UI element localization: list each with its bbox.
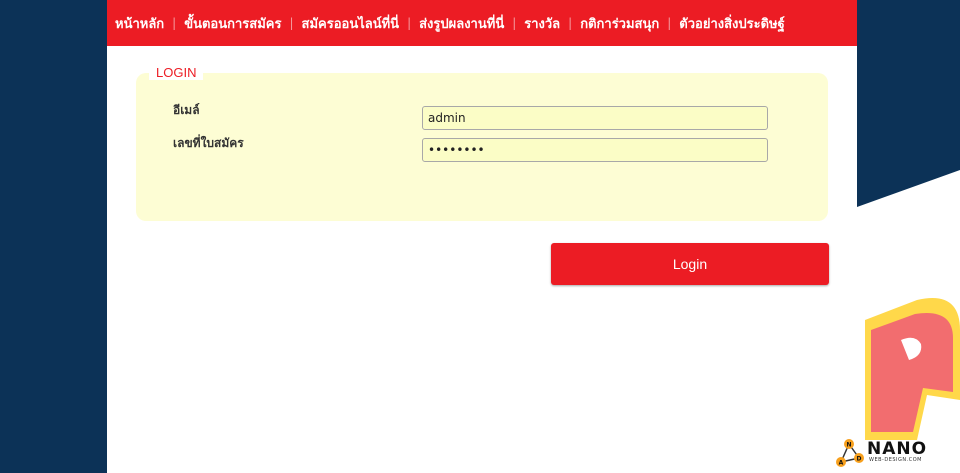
logo-letter-n: N — [846, 442, 851, 449]
logo-letter-d: D — [857, 456, 862, 463]
application-number-label: เลขที่ใบสมัคร — [173, 136, 244, 150]
nano-molecule-icon: N A D — [836, 439, 864, 467]
nav-item-submit-work[interactable]: ส่งรูปผลงานที่นี่ — [419, 13, 504, 34]
nav-separator: | — [289, 16, 294, 30]
application-number-input[interactable] — [422, 138, 768, 162]
email-label: อีเมล์ — [173, 103, 200, 117]
nav-separator: | — [407, 16, 412, 30]
nav-item-steps[interactable]: ขั้นตอนการสมัคร — [184, 13, 281, 34]
nav-item-prizes[interactable]: รางวัล — [524, 13, 560, 34]
nav-item-examples[interactable]: ตัวอย่างสิ่งประดิษฐ์ — [679, 13, 785, 34]
nano-logo: N A D NANO WEB-DESIGN.COM — [835, 438, 957, 468]
background-decoration — [857, 0, 960, 473]
nav-item-home[interactable]: หน้าหลัก — [115, 13, 164, 34]
nav-item-register[interactable]: สมัครออนไลน์ที่นี่ — [302, 13, 400, 34]
nav-separator: | — [667, 16, 672, 30]
logo-name: NANO — [867, 439, 928, 459]
top-navbar: หน้าหลัก | ขั้นตอนการสมัคร | สมัครออนไลน… — [107, 0, 857, 46]
page-container: หน้าหลัก | ขั้นตอนการสมัคร | สมัครออนไลน… — [107, 0, 857, 473]
login-legend: LOGIN — [149, 65, 204, 80]
nav-separator: | — [512, 16, 517, 30]
login-button[interactable]: Login — [551, 243, 829, 285]
nav-separator: | — [172, 16, 177, 30]
nav-separator: | — [568, 16, 573, 30]
logo-tagline: WEB-DESIGN.COM — [869, 457, 922, 463]
email-input[interactable] — [422, 106, 768, 130]
logo-letter-a: A — [839, 460, 844, 467]
nav-item-rules[interactable]: กติการ่วมสนุก — [580, 13, 659, 34]
